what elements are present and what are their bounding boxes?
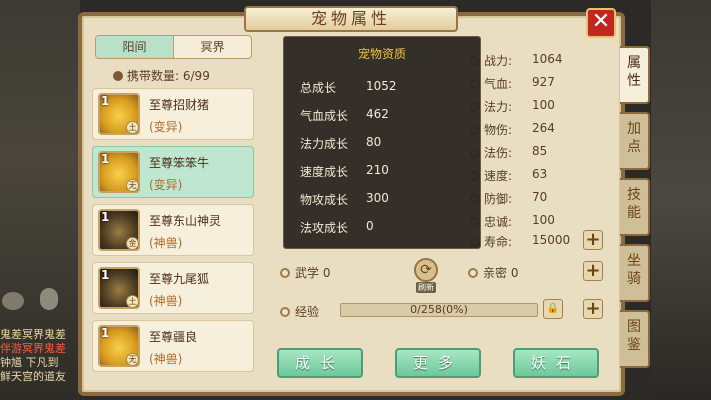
stat-bullet-icon [280,268,290,278]
qinmi-row: 亲密 0 [468,264,518,281]
pet-list: 1 土 至尊招财猪 (变异) 1 无 至尊笨笨牛 (变异) 1 金 至尊东山神灵… [92,88,254,378]
refresh-icon[interactable]: ⟳ [414,258,438,282]
pet-list-item[interactable]: 1 无 至尊疆良 (神兽) [92,320,254,372]
quality-row: 气血成长 462 [300,107,389,123]
grow-button[interactable]: 成长 [277,348,363,378]
pet-list-item-selected[interactable]: 1 无 至尊笨笨牛 (变异) [92,146,254,198]
pet-avatar: 1 无 [98,151,140,193]
experience-bar: 0/258(0%) [340,303,538,317]
element-badge: 金 [126,237,139,250]
stat-bullet-icon [280,307,290,317]
pet-type: (变异) [149,178,183,192]
microphone-icon[interactable] [40,288,58,310]
tab-add-points[interactable]: 加 点 [620,112,650,170]
lock-icon[interactable]: 🔒 [543,299,563,319]
stat-row: 忠诚: 100 [470,213,610,230]
stat-row: 物伤: 264 [470,121,610,138]
pet-name: 至尊东山神灵 [149,214,222,228]
demon-stone-button[interactable]: 妖石 [513,348,599,378]
game-background-right [651,0,711,400]
stat-row: 防御: 70 [470,190,610,207]
add-intimacy-button[interactable]: + [583,261,603,281]
pet-name: 至尊招财猪 [149,98,210,112]
carry-value: 6/99 [182,69,210,83]
pet-list-item[interactable]: 1 土 至尊招财猪 (变异) [92,88,254,140]
chat-icon[interactable] [2,292,24,310]
element-badge: 无 [126,179,139,192]
carry-count: 携带数量: 6/99 [113,67,210,84]
pet-level: 1 [101,268,110,282]
pet-name: 至尊九尾狐 [149,272,210,286]
tab-handbook[interactable]: 图 鉴 [620,310,650,368]
element-badge: 土 [126,295,139,308]
pet-name: 至尊笨笨牛 [149,156,210,170]
pet-avatar: 1 金 [98,209,140,251]
stat-row: 气血: 927 [470,75,610,92]
more-button[interactable]: 更多 [395,348,481,378]
element-badge: 土 [126,121,139,134]
pet-level: 1 [101,326,110,340]
add-experience-button[interactable]: + [583,299,603,319]
stat-row: 速度: 63 [470,167,610,184]
window-title: 宠物属性 [244,6,458,32]
pet-level: 1 [101,94,110,108]
tab-mount[interactable]: 坐 骑 [620,244,650,302]
pet-level: 1 [101,210,110,224]
paw-icon [113,71,123,81]
pet-qualities-popup: 宠物资质 总成长 1052 气血成长 462 法力成长 80 速度成长 210 物攻成长… [283,36,481,249]
pet-avatar: 1 无 [98,325,140,367]
pet-avatar: 1 土 [98,93,140,135]
stat-row: 法伤: 85 [470,144,610,161]
tab-skills[interactable]: 技 能 [620,178,650,236]
quality-row: 物攻成长 300 [300,191,389,207]
close-button[interactable]: ✕ [586,8,616,38]
tab-attributes[interactable]: 属 性 [620,46,650,104]
experience-value: 0/258(0%) [410,303,468,316]
quality-row: 速度成长 210 [300,163,389,179]
stat-row: 战力: 1064 [470,52,610,69]
qualities-title: 宠物资质 [357,47,406,61]
pet-level: 1 [101,152,110,166]
pet-type: (神兽) [149,352,183,366]
carry-label: 携带数量 [127,69,176,83]
stat-bullet-icon [468,268,478,278]
quality-row: 法攻成长 0 [300,219,374,235]
refresh-label: 刷新 [416,282,436,293]
pet-type: (神兽) [149,294,183,308]
pet-type: (神兽) [149,236,183,250]
experience-label: 经验 [280,303,319,320]
element-badge: 无 [126,353,139,366]
pet-type: (变异) [149,120,183,134]
pet-list-item[interactable]: 1 金 至尊东山神灵 (神兽) [92,204,254,256]
tab-mingjie[interactable]: 冥界 [174,36,251,58]
add-lifespan-button[interactable]: + [583,230,603,250]
quality-row: 总成长 1052 [300,79,397,95]
pet-avatar: 1 土 [98,267,140,309]
pet-name: 至尊疆良 [149,330,198,344]
pet-list-item[interactable]: 1 土 至尊九尾狐 (神兽) [92,262,254,314]
tab-yangjian[interactable]: 阳间 [96,36,174,58]
stat-row: 法力: 100 [470,98,610,115]
chat-line-4: 鲜天宫的道友 [0,370,66,383]
realm-tabs: 阳间 冥界 [95,35,252,59]
wuxue-row: 武学 0 [280,264,330,281]
quality-row: 法力成长 80 [300,135,382,151]
